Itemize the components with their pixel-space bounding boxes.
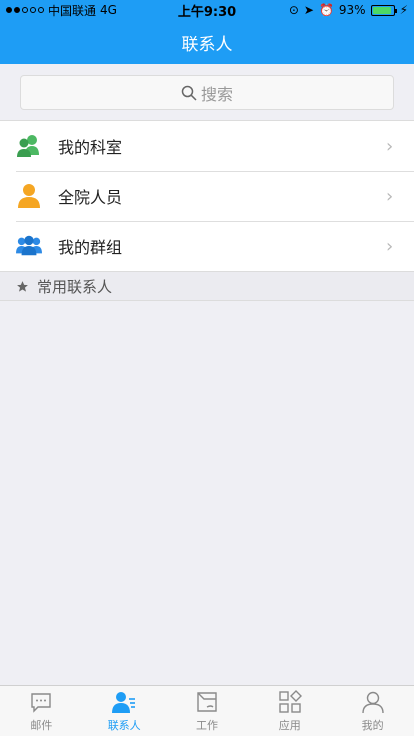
list-item-label: 全院人员 — [58, 188, 123, 207]
network-label: 4G — [100, 3, 117, 17]
search-section: 搜索 — [0, 64, 414, 121]
tab-work[interactable]: 工作 — [166, 686, 249, 736]
contacts-icon — [112, 691, 136, 713]
tab-label: 联系人 — [107, 718, 141, 732]
contact-category-list: 我的科室 › 全院人员 › 我的群组 › — [0, 121, 414, 271]
rotation-lock-icon: ⊙ — [288, 3, 299, 17]
apps-icon — [279, 689, 302, 713]
tab-bar: 邮件 联系人 工作 应用 我的 — [0, 685, 414, 736]
status-bar: 中国联通 4G 上午9:30 ⊙ ➤ ⏰ 93% ⚡ — [0, 0, 414, 20]
charging-icon: ⚡ — [399, 3, 408, 17]
frequent-contacts-header: 常用联系人 — [0, 271, 414, 301]
section-label: 常用联系人 — [37, 277, 113, 296]
tab-label: 应用 — [278, 718, 301, 732]
tab-profile[interactable]: 我的 — [331, 686, 414, 736]
group-icon — [16, 233, 42, 259]
tab-mail[interactable]: 邮件 — [0, 686, 83, 736]
battery-percent: 93% — [338, 3, 366, 17]
chevron-right-icon: › — [386, 135, 394, 157]
mail-icon — [31, 692, 52, 713]
status-right: ⊙ ➤ ⏰ 93% ⚡ — [289, 3, 408, 17]
chevron-right-icon: › — [386, 235, 394, 257]
tab-label: 邮件 — [30, 718, 53, 732]
search-placeholder: 搜索 — [200, 84, 233, 104]
battery-icon — [370, 4, 397, 16]
search-input[interactable]: 搜索 — [20, 75, 394, 110]
search-icon — [181, 85, 197, 101]
alarm-icon: ⏰ — [318, 3, 334, 17]
location-icon: ➤ — [303, 3, 314, 17]
star-icon — [17, 280, 28, 292]
chevron-right-icon: › — [386, 185, 394, 207]
tab-contacts[interactable]: 联系人 — [83, 686, 166, 736]
signal-strength-icon — [6, 7, 44, 13]
folder-icon — [197, 691, 217, 712]
navigation-bar: 联系人 — [0, 20, 414, 64]
list-item-my-department[interactable]: 我的科室 › — [0, 121, 414, 171]
department-icon — [16, 133, 42, 159]
person-icon — [16, 183, 42, 209]
list-item-label: 我的科室 — [58, 138, 123, 157]
list-item-my-groups[interactable]: 我的群组 › — [0, 221, 414, 271]
tab-apps[interactable]: 应用 — [248, 686, 331, 736]
profile-icon — [361, 691, 384, 713]
tab-label: 我的 — [361, 718, 384, 732]
tab-label: 工作 — [195, 718, 218, 732]
carrier-label: 中国联通 — [48, 3, 97, 18]
status-left: 中国联通 4G — [6, 2, 117, 19]
list-item-label: 我的群组 — [58, 238, 123, 257]
page-title: 联系人 — [181, 34, 233, 55]
list-item-all-staff[interactable]: 全院人员 › — [0, 171, 414, 221]
